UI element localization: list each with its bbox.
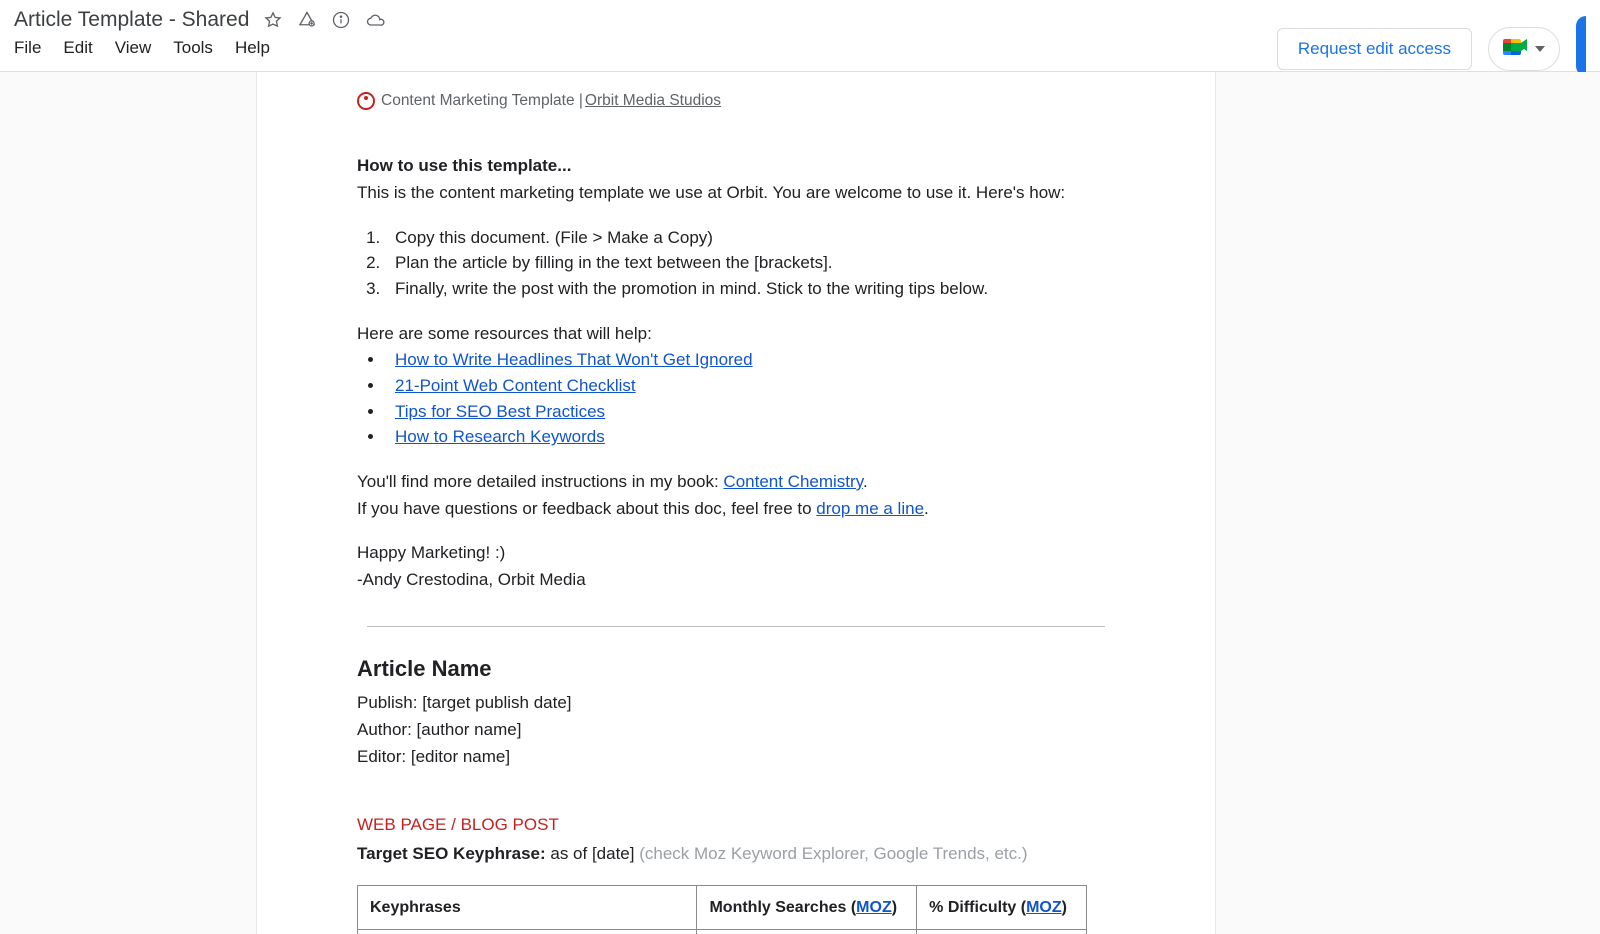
resource-item: 21-Point Web Content Checklist — [385, 374, 1115, 399]
request-edit-access-button[interactable]: Request edit access — [1277, 28, 1472, 70]
meta-publish: Publish: [target publish date] — [357, 691, 1115, 716]
move-icon[interactable] — [297, 10, 317, 30]
resource-item: Tips for SEO Best Practices — [385, 400, 1115, 425]
app-header: Article Template - Shared File Edit View — [0, 0, 1600, 72]
brand-link[interactable]: Orbit Media Studios — [585, 90, 721, 112]
menu-file[interactable]: File — [14, 38, 41, 58]
title-row: Article Template - Shared — [14, 8, 385, 32]
moz-link[interactable]: MOZ — [856, 899, 892, 916]
seo-value: as of [date] — [550, 844, 639, 863]
book-line: You'll find more detailed instructions i… — [357, 470, 1115, 495]
header-left: Article Template - Shared File Edit View — [14, 8, 385, 58]
table-row — [358, 929, 1087, 934]
resources-intro: Here are some resources that will help: — [357, 322, 1115, 347]
page[interactable]: Content Marketing Template | Orbit Media… — [256, 72, 1216, 934]
canvas: Content Marketing Template | Orbit Media… — [0, 72, 1600, 934]
document-title[interactable]: Article Template - Shared — [14, 8, 249, 32]
book-prefix: You'll find more detailed instructions i… — [357, 472, 723, 491]
feedback-prefix: If you have questions or feedback about … — [357, 499, 816, 518]
resource-item: How to Write Headlines That Won't Get Ig… — [385, 348, 1115, 373]
resource-link[interactable]: Tips for SEO Best Practices — [395, 402, 605, 421]
moz-link[interactable]: MOZ — [1026, 899, 1062, 916]
resource-link[interactable]: How to Write Headlines That Won't Get Ig… — [395, 350, 753, 369]
menu-bar: File Edit View Tools Help — [14, 38, 385, 58]
closing-block: Happy Marketing! :) -Andy Crestodina, Or… — [357, 541, 1115, 592]
closing-1: Happy Marketing! :) — [357, 541, 1115, 566]
brand-line: Content Marketing Template | Orbit Media… — [357, 90, 1115, 112]
keyphrase-table: Keyphrases Monthly Searches (MOZ) % Diff… — [357, 885, 1087, 934]
orbit-logo-icon — [357, 92, 375, 110]
resource-link[interactable]: 21-Point Web Content Checklist — [395, 376, 636, 395]
col-difficulty: % Difficulty (MOZ) — [917, 885, 1087, 929]
step-item: Finally, write the post with the promoti… — [385, 277, 1115, 302]
meet-icon — [1503, 37, 1529, 62]
chevron-down-icon — [1535, 46, 1545, 52]
feedback-line: If you have questions or feedback about … — [357, 497, 1115, 522]
menu-edit[interactable]: Edit — [63, 38, 92, 58]
step-item: Plan the article by filling in the text … — [385, 251, 1115, 276]
meta-editor: Editor: [editor name] — [357, 745, 1115, 770]
menu-tools[interactable]: Tools — [173, 38, 213, 58]
feedback-link[interactable]: drop me a line — [816, 499, 924, 518]
seo-line: Target SEO Keyphrase: as of [date] (chec… — [357, 842, 1115, 867]
steps-list: Copy this document. (File > Make a Copy)… — [385, 226, 1115, 302]
howto-heading: How to use this template... — [357, 154, 1115, 179]
section-label: WEB PAGE / BLOG POST — [357, 813, 1115, 838]
seo-hint: (check Moz Keyword Explorer, Google Tren… — [639, 844, 1027, 863]
menu-help[interactable]: Help — [235, 38, 270, 58]
share-edge[interactable] — [1576, 16, 1586, 76]
book-link[interactable]: Content Chemistry — [723, 472, 863, 491]
menu-view[interactable]: View — [115, 38, 152, 58]
resources-list: How to Write Headlines That Won't Get Ig… — [385, 348, 1115, 450]
divider — [367, 626, 1105, 627]
meta-author: Author: [author name] — [357, 718, 1115, 743]
header-right: Request edit access — [1277, 8, 1586, 76]
title-icon-group — [263, 10, 385, 30]
resource-item: How to Research Keywords — [385, 425, 1115, 450]
info-icon[interactable] — [331, 10, 351, 30]
step-item: Copy this document. (File > Make a Copy) — [385, 226, 1115, 251]
star-icon[interactable] — [263, 10, 283, 30]
resource-link[interactable]: How to Research Keywords — [395, 427, 605, 446]
col-keyphrases: Keyphrases — [358, 885, 697, 929]
closing-2: -Andy Crestodina, Orbit Media — [357, 568, 1115, 593]
article-heading: Article Name — [357, 653, 1115, 685]
brand-prefix: Content Marketing Template | — [381, 90, 583, 112]
col-monthly-searches: Monthly Searches (MOZ) — [697, 885, 917, 929]
howto-intro: This is the content marketing template w… — [357, 181, 1115, 206]
meet-button[interactable] — [1488, 27, 1560, 71]
seo-label: Target SEO Keyphrase: — [357, 844, 550, 863]
cloud-icon[interactable] — [365, 10, 385, 30]
